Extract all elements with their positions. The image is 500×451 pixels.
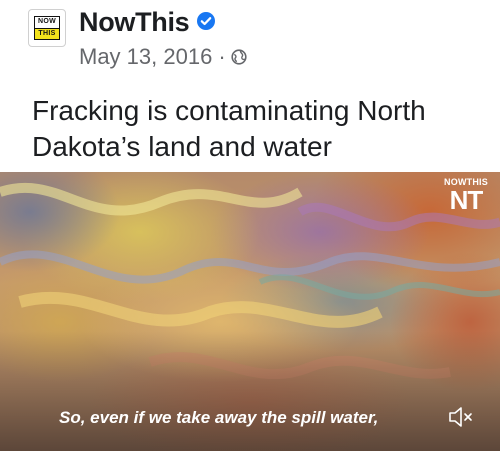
post-text: Fracking is contaminating North Dakota’s… [32,95,426,162]
logo-top-text: NOW [35,17,59,29]
page-name[interactable]: NowThis [79,7,190,38]
meta-separator: · [218,44,226,69]
post-header: NOW THIS NowThis May 13, 2016 · Fracking… [0,0,500,170]
speaker-muted-icon[interactable] [447,405,475,429]
video-player[interactable]: NOWTHIS NT So, even if we take away the … [0,172,500,451]
post-meta: May 13, 2016 · [79,44,247,70]
verified-badge-icon [197,12,215,30]
logo-bottom-text: THIS [35,28,59,39]
video-caption: So, even if we take away the spill water… [59,408,379,427]
nowthis-logo: NOW THIS [34,16,60,40]
nowthis-watermark: NOWTHIS NT [440,177,492,213]
post-date[interactable]: May 13, 2016 [79,44,212,70]
page-avatar[interactable]: NOW THIS [28,9,66,47]
watermark-big-text: NT [449,185,484,215]
globe-icon [231,49,247,65]
